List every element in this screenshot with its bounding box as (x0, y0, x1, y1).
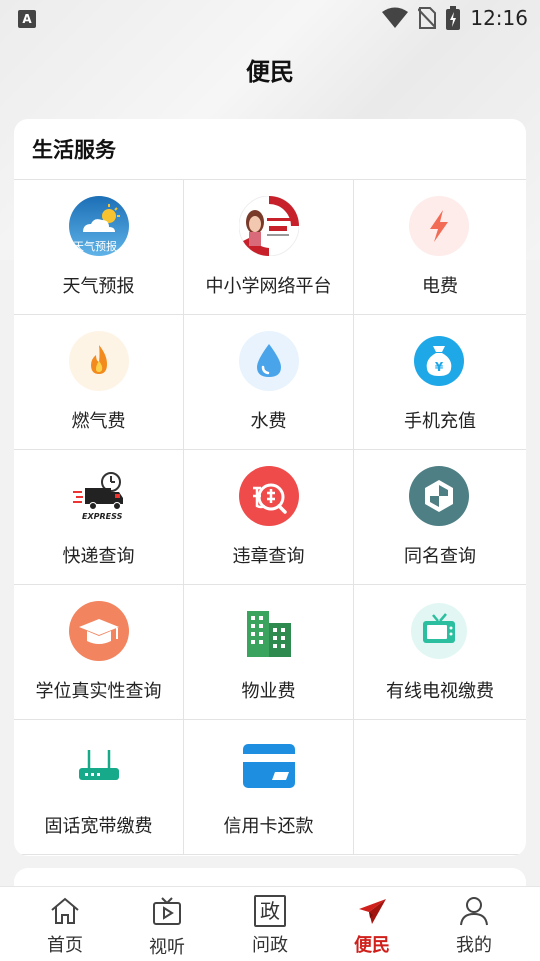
no-sim-icon (418, 7, 437, 29)
clock: 12:16 (470, 6, 528, 30)
tab-label: 我的 (456, 935, 492, 956)
service-credit-card[interactable]: 信用卡还款 (184, 720, 354, 855)
plane-icon (359, 899, 386, 924)
service-label: 同名查询 (404, 546, 476, 567)
shield-icon (409, 466, 469, 526)
tab-video[interactable]: 视听 (122, 887, 212, 961)
service-label: 中小学网络平台 (205, 276, 332, 297)
service-broadband[interactable]: 固话宽带缴费 (14, 720, 184, 855)
service-same-name[interactable]: 同名查询 (354, 450, 526, 585)
service-label: 信用卡还款 (223, 816, 314, 837)
tab-label: 首页 (47, 935, 83, 956)
status-bar: A 12:16 (0, 0, 540, 36)
tab-label: 问政 (252, 935, 288, 956)
svg-text:¥: ¥ (435, 360, 444, 374)
express-truck-icon: EXPRESS (69, 466, 129, 526)
service-label: 学位真实性查询 (35, 681, 162, 702)
tab-label: 便民 (354, 935, 390, 956)
wifi-icon (382, 7, 409, 28)
school-platform-icon (239, 196, 299, 256)
user-icon (460, 897, 488, 926)
bottom-tab-bar: 首页 视听 政 问政 便民 我的 (0, 886, 540, 961)
money-bag-icon: ¥ (409, 331, 469, 391)
service-water[interactable]: 水费 (184, 315, 354, 450)
service-school-platform[interactable]: 中小学网络平台 (184, 180, 354, 315)
water-drop-icon (239, 331, 299, 391)
empty-cell (354, 720, 526, 855)
service-label: 燃气费 (71, 411, 126, 432)
service-label: 水费 (250, 411, 287, 432)
life-services-card: 生活服务 天气预报 天气预报 中小学网络平台 电费 燃气费 水费 ¥ 手机充值 … (14, 119, 526, 856)
express-caption: EXPRESS (82, 512, 123, 521)
service-label: 电费 (422, 276, 458, 297)
battery-icon (446, 6, 461, 30)
buildings-icon (239, 601, 299, 661)
service-label: 违章查询 (232, 546, 305, 567)
lightning-icon (409, 196, 469, 256)
credit-card-icon (239, 736, 299, 796)
tab-home[interactable]: 首页 (20, 887, 110, 961)
video-icon (153, 897, 181, 925)
tab-convenience[interactable]: 便民 (327, 887, 417, 961)
service-label: 快递查询 (62, 546, 135, 567)
service-property[interactable]: 物业费 (184, 585, 354, 720)
notification-icon: A (18, 10, 36, 28)
home-icon (51, 897, 79, 924)
service-label: 手机充值 (404, 411, 476, 432)
service-label: 天气预报 (62, 276, 135, 297)
tab-mine[interactable]: 我的 (429, 887, 519, 961)
service-label: 固话宽带缴费 (44, 816, 153, 837)
page-title: 便民 (246, 58, 294, 86)
service-label: 物业费 (241, 681, 296, 702)
weather-icon-caption: 天气预报 (73, 240, 117, 253)
service-express[interactable]: EXPRESS 快递查询 (14, 450, 184, 585)
service-gas[interactable]: 燃气费 (14, 315, 184, 450)
services-grid: 天气预报 天气预报 中小学网络平台 电费 燃气费 水费 ¥ 手机充值 EXPRE… (14, 180, 526, 856)
service-electricity[interactable]: 电费 (354, 180, 526, 315)
router-icon (69, 736, 129, 796)
service-degree[interactable]: 学位真实性查询 (14, 585, 184, 720)
weather-icon: 天气预报 (69, 196, 129, 256)
service-label: 有线电视缴费 (386, 681, 494, 702)
service-violation[interactable]: 违章查询 (184, 450, 354, 585)
service-weather[interactable]: 天气预报 天气预报 (14, 180, 184, 315)
violation-icon (239, 466, 299, 526)
graduation-cap-icon (69, 601, 129, 661)
tab-label: 视听 (149, 937, 185, 958)
tv-icon (409, 601, 469, 661)
flame-icon (69, 331, 129, 391)
section-title: 生活服务 (14, 119, 526, 180)
tab-politics[interactable]: 政 问政 (225, 887, 315, 961)
service-cable-tv[interactable]: 有线电视缴费 (354, 585, 526, 720)
politics-icon: 政 (254, 895, 286, 927)
service-mobile-recharge[interactable]: ¥ 手机充值 (354, 315, 526, 450)
